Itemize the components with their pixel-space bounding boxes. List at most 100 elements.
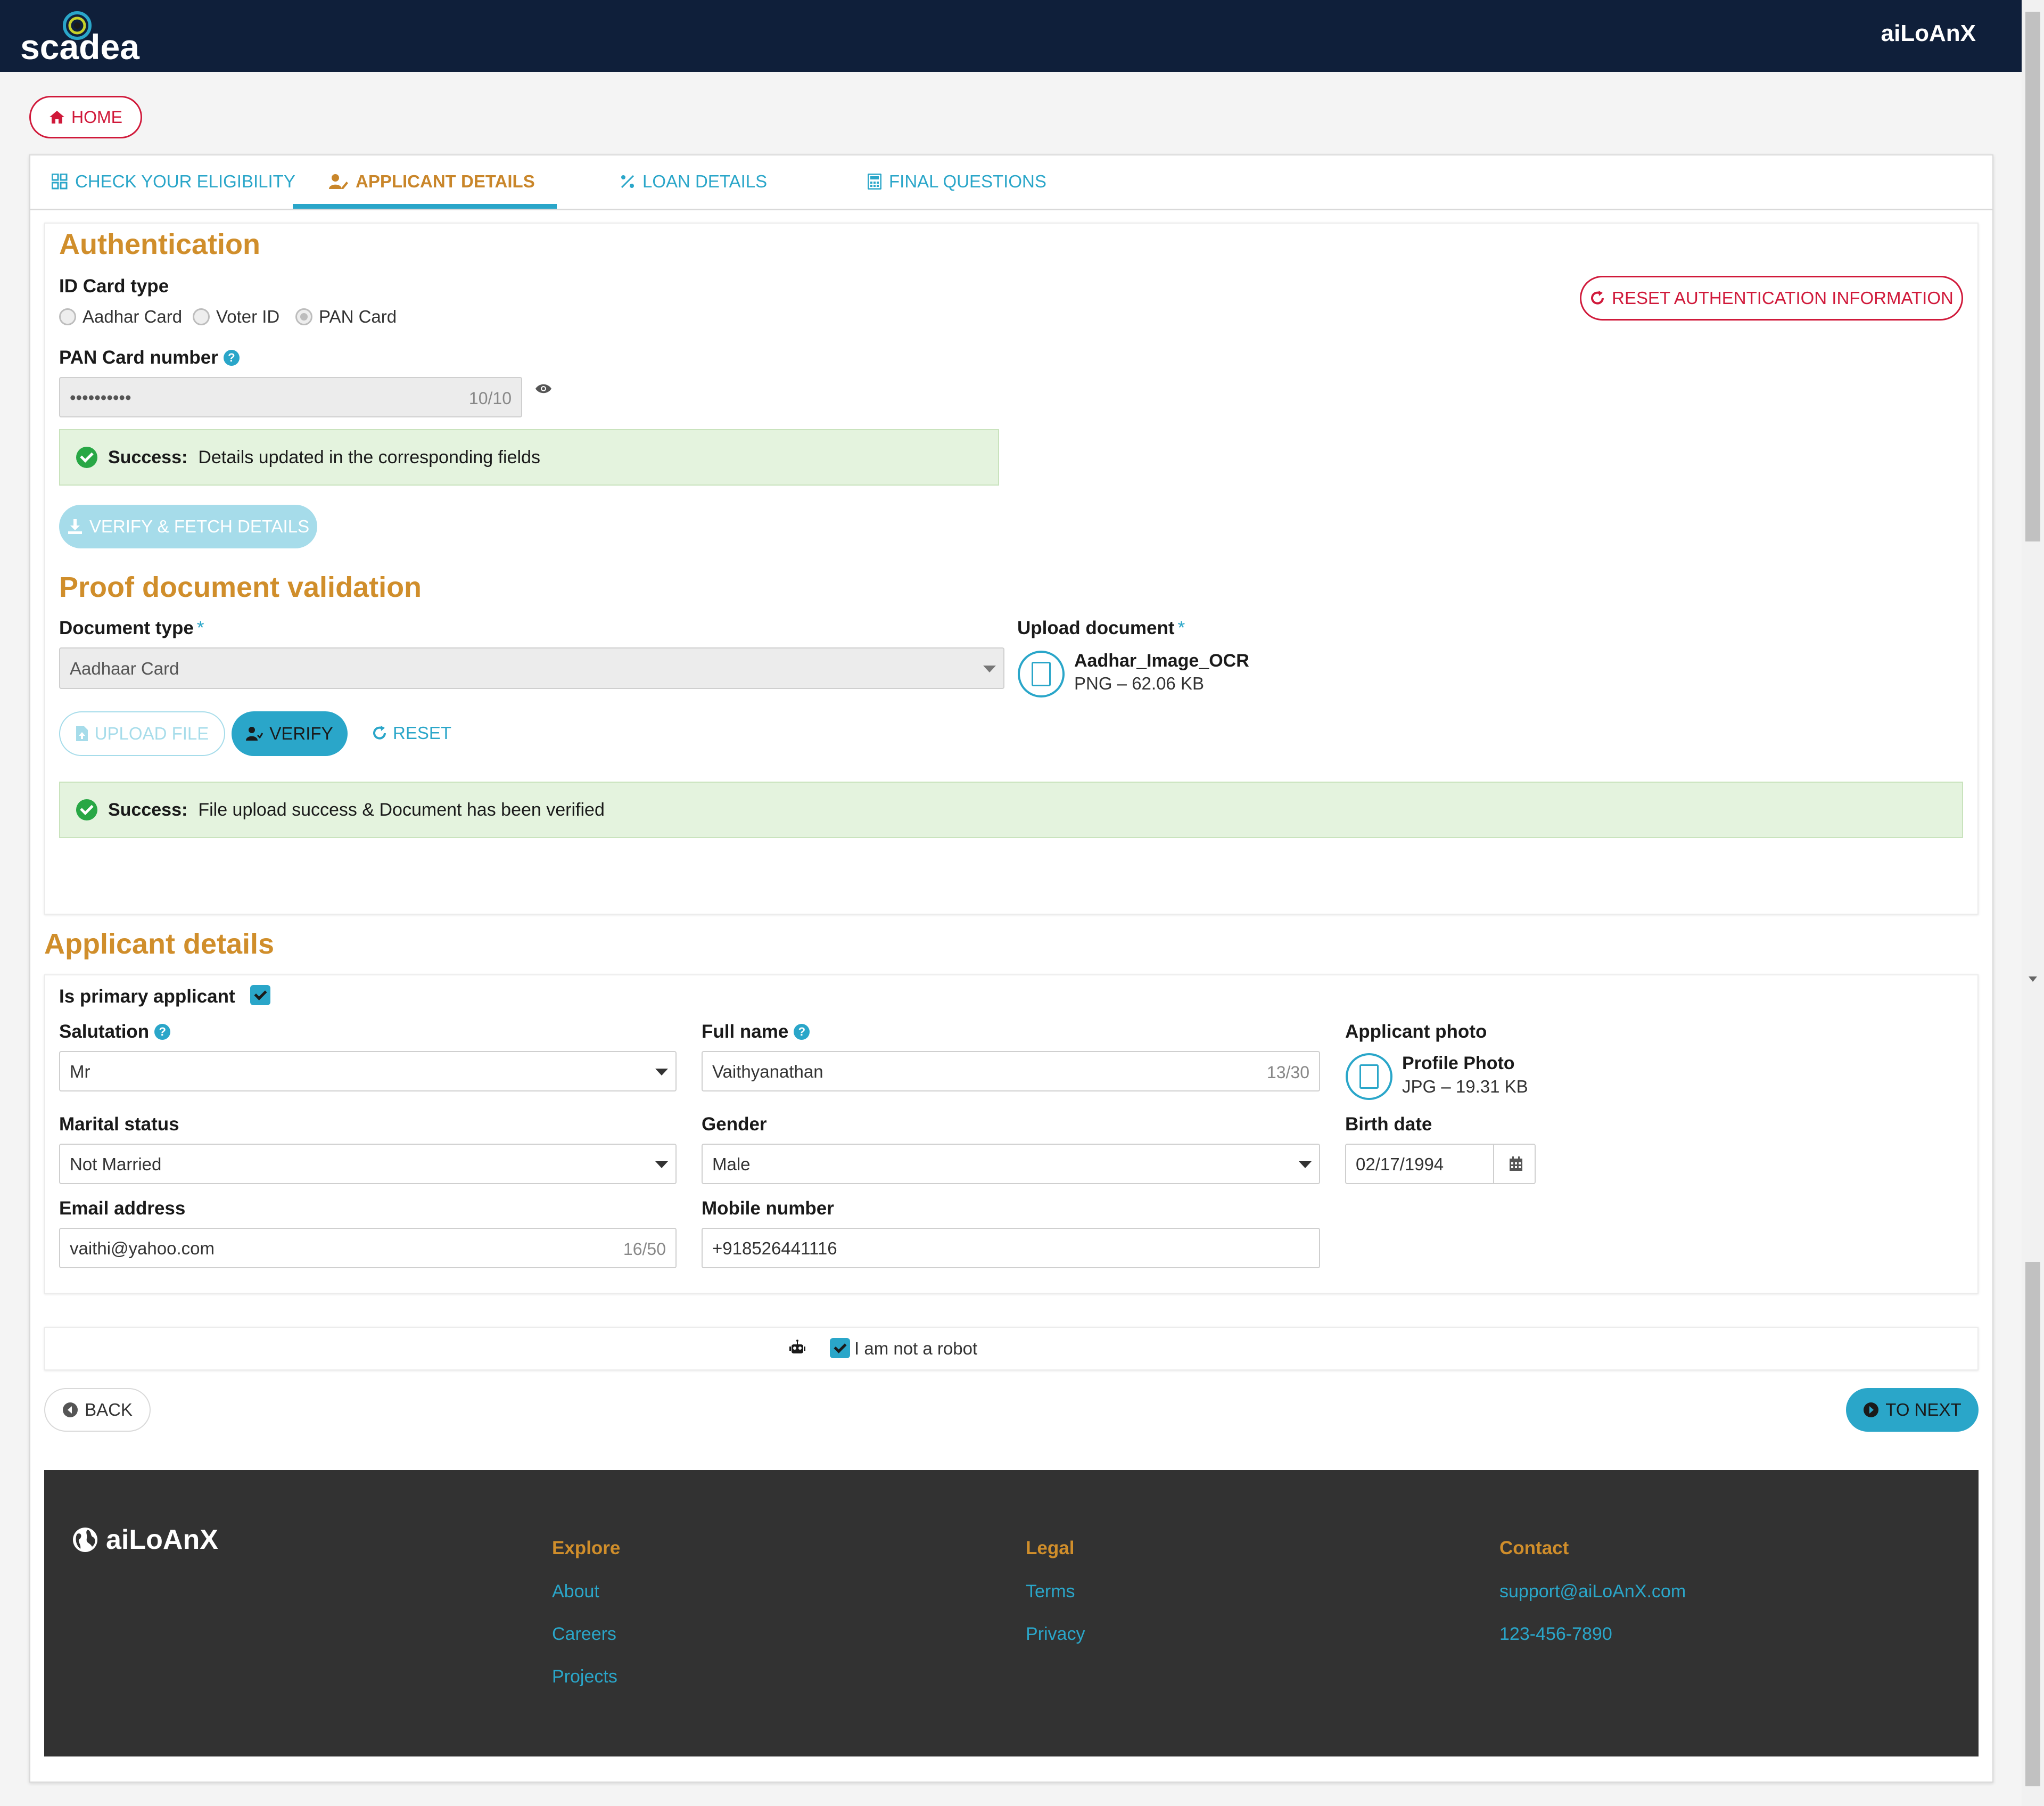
radio-label: PAN Card	[319, 307, 397, 326]
footer-brand[interactable]: aiLoAnX	[72, 1524, 218, 1556]
to-next-label: TO NEXT	[1885, 1400, 1961, 1419]
captcha-bar	[44, 1327, 1979, 1370]
upload-file-button[interactable]: UPLOAD FILE	[59, 711, 225, 756]
help-icon[interactable]: ?	[223, 350, 240, 366]
pan-card-number-input[interactable]: •••••••••• 10/10	[59, 377, 522, 417]
radio-label: Aadhar Card	[83, 307, 183, 326]
user-check-icon	[246, 727, 263, 741]
radio-circle[interactable]	[193, 308, 210, 325]
tab-label: CHECK YOUR ELIGIBILITY	[75, 171, 295, 191]
marital-status-select[interactable]: Not Married	[59, 1144, 677, 1184]
footer-link-projects[interactable]: Projects	[552, 1667, 617, 1687]
calendar-icon[interactable]	[1509, 1156, 1523, 1171]
calculator-icon	[868, 174, 881, 190]
verify-label: VERIFY	[269, 724, 333, 743]
marital-status-value: Not Married	[70, 1154, 162, 1174]
home-button[interactable]: HOME	[29, 96, 142, 138]
mobile-number-value: +918526441116	[712, 1238, 837, 1258]
radio-circle[interactable]	[59, 308, 76, 325]
svg-text:scadea: scadea	[20, 27, 140, 63]
chevron-down-icon	[983, 666, 996, 672]
email-address-label: Email address	[59, 1198, 186, 1219]
robot-icon	[789, 1340, 805, 1353]
refresh-icon	[373, 726, 386, 740]
eye-icon[interactable]	[535, 382, 552, 395]
help-icon[interactable]: ?	[154, 1024, 171, 1040]
alert-text: File upload success & Document has been …	[198, 799, 605, 820]
scrollbar-thumb-secondary[interactable]	[2025, 1262, 2040, 1786]
document-type-label-row: Document type *	[59, 618, 204, 639]
radio-voter-id[interactable]: Voter ID	[193, 307, 279, 327]
reset-authentication-button[interactable]: RESET AUTHENTICATION INFORMATION	[1580, 276, 1963, 321]
scrollbar-thumb[interactable]	[2025, 12, 2040, 541]
radio-circle-selected[interactable]	[295, 308, 312, 325]
primary-applicant-checkbox[interactable]	[250, 985, 270, 1005]
not-a-robot-checkbox[interactable]	[830, 1338, 850, 1358]
footer-link-privacy[interactable]: Privacy	[1026, 1624, 1085, 1645]
full-name-value: Vaithyanathan	[712, 1062, 823, 1081]
home-button-label: HOME	[71, 107, 122, 127]
footer-link-careers[interactable]: Careers	[552, 1624, 616, 1645]
chevron-down-icon	[1299, 1161, 1312, 1168]
photo-file-name: Profile Photo	[1402, 1053, 1515, 1073]
full-name-input[interactable]: Vaithyanathan 13/30	[702, 1051, 1320, 1091]
full-name-counter: 13/30	[1266, 1063, 1309, 1082]
reset-document-button[interactable]: RESET	[372, 723, 451, 743]
back-button[interactable]: BACK	[44, 1388, 151, 1432]
proof-document-title: Proof document validation	[59, 571, 422, 603]
to-next-button[interactable]: TO NEXT	[1846, 1388, 1979, 1432]
user-edit-icon	[329, 174, 348, 189]
salutation-label-row: Salutation ?	[59, 1021, 171, 1042]
pan-card-number-value: ••••••••••	[70, 388, 131, 407]
salutation-select[interactable]: Mr	[59, 1051, 677, 1091]
radio-aadhar-card[interactable]: Aadhar Card	[59, 307, 182, 327]
radio-label: Voter ID	[216, 307, 280, 326]
mobile-number-input[interactable]: +918526441116	[702, 1228, 1320, 1268]
email-address-value: vaithi@yahoo.com	[70, 1238, 215, 1258]
verify-fetch-details-button[interactable]: VERIFY & FETCH DETAILS	[59, 505, 317, 548]
gender-value: Male	[712, 1154, 751, 1174]
applicant-photo-label: Applicant photo	[1345, 1021, 1487, 1042]
upload-file-label: UPLOAD FILE	[94, 724, 209, 743]
tab-applicant-details[interactable]: APPLICANT DETAILS	[329, 171, 535, 192]
salutation-value: Mr	[70, 1062, 90, 1081]
birth-date-input[interactable]: 02/17/1994	[1345, 1144, 1536, 1184]
check-circle-icon	[76, 799, 97, 820]
applicant-details-title: Applicant details	[44, 928, 275, 960]
upload-document-label: Upload document	[1017, 618, 1175, 638]
refresh-icon	[1591, 291, 1604, 305]
input-divider	[1493, 1145, 1494, 1183]
scadea-logo[interactable]: scadea	[16, 10, 144, 67]
document-type-select[interactable]: Aadhaar Card	[59, 647, 1004, 689]
footer-contact-title: Contact	[1499, 1538, 1569, 1558]
help-icon[interactable]: ?	[794, 1024, 810, 1040]
alert-strong: Success:	[108, 799, 188, 820]
full-name-label-row: Full name ?	[702, 1021, 810, 1042]
document-type-label: Document type	[59, 618, 194, 638]
tab-final-questions[interactable]: FINAL QUESTIONS	[868, 171, 1046, 192]
document-type-value: Aadhaar Card	[70, 659, 179, 678]
footer-link-phone[interactable]: 123-456-7890	[1499, 1624, 1612, 1645]
footer-link-email[interactable]: support@aiLoAnX.com	[1499, 1581, 1686, 1602]
check-circle-icon	[76, 447, 97, 468]
footer	[44, 1470, 1979, 1756]
globe-icon	[73, 1528, 97, 1552]
not-a-robot-label: I am not a robot	[854, 1339, 978, 1358]
footer-explore-title: Explore	[552, 1538, 621, 1558]
email-address-input[interactable]: vaithi@yahoo.com 16/50	[59, 1228, 677, 1268]
tab-loan-details[interactable]: LOAN DETAILS	[620, 171, 767, 192]
verify-button[interactable]: VERIFY	[232, 711, 348, 756]
percent-icon	[621, 175, 634, 188]
scroll-down-arrow-icon[interactable]	[2029, 976, 2037, 982]
mobile-number-label: Mobile number	[702, 1198, 834, 1219]
download-icon	[68, 519, 82, 534]
required-mark: *	[196, 618, 204, 638]
tab-check-eligibility[interactable]: CHECK YOUR ELIGIBILITY	[52, 171, 295, 192]
footer-link-terms[interactable]: Terms	[1026, 1581, 1075, 1602]
required-mark: *	[1177, 618, 1185, 638]
radio-pan-card[interactable]: PAN Card	[295, 307, 397, 327]
pan-char-counter: 10/10	[468, 389, 512, 408]
verify-fetch-details-label: VERIFY & FETCH DETAILS	[89, 516, 310, 536]
gender-select[interactable]: Male	[702, 1144, 1320, 1184]
footer-link-about[interactable]: About	[552, 1581, 599, 1602]
